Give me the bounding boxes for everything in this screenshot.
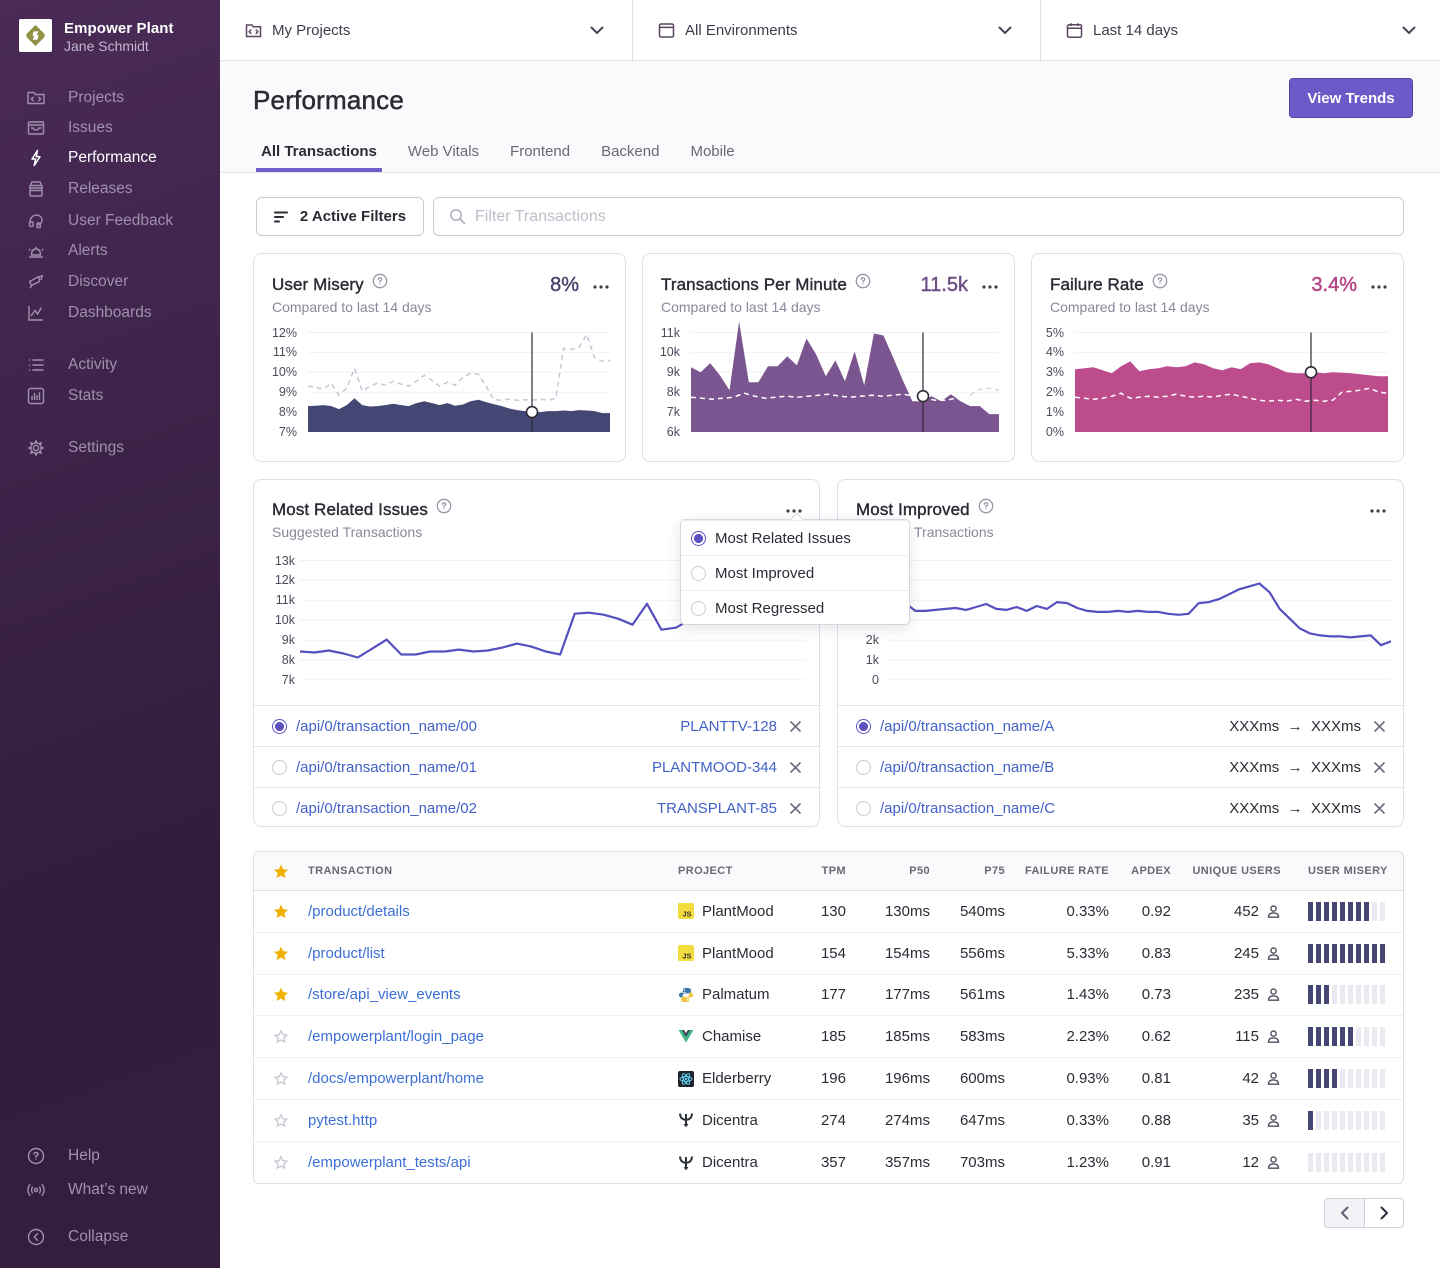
svg-text:JS: JS	[682, 910, 691, 919]
svg-text:JS: JS	[682, 952, 691, 961]
